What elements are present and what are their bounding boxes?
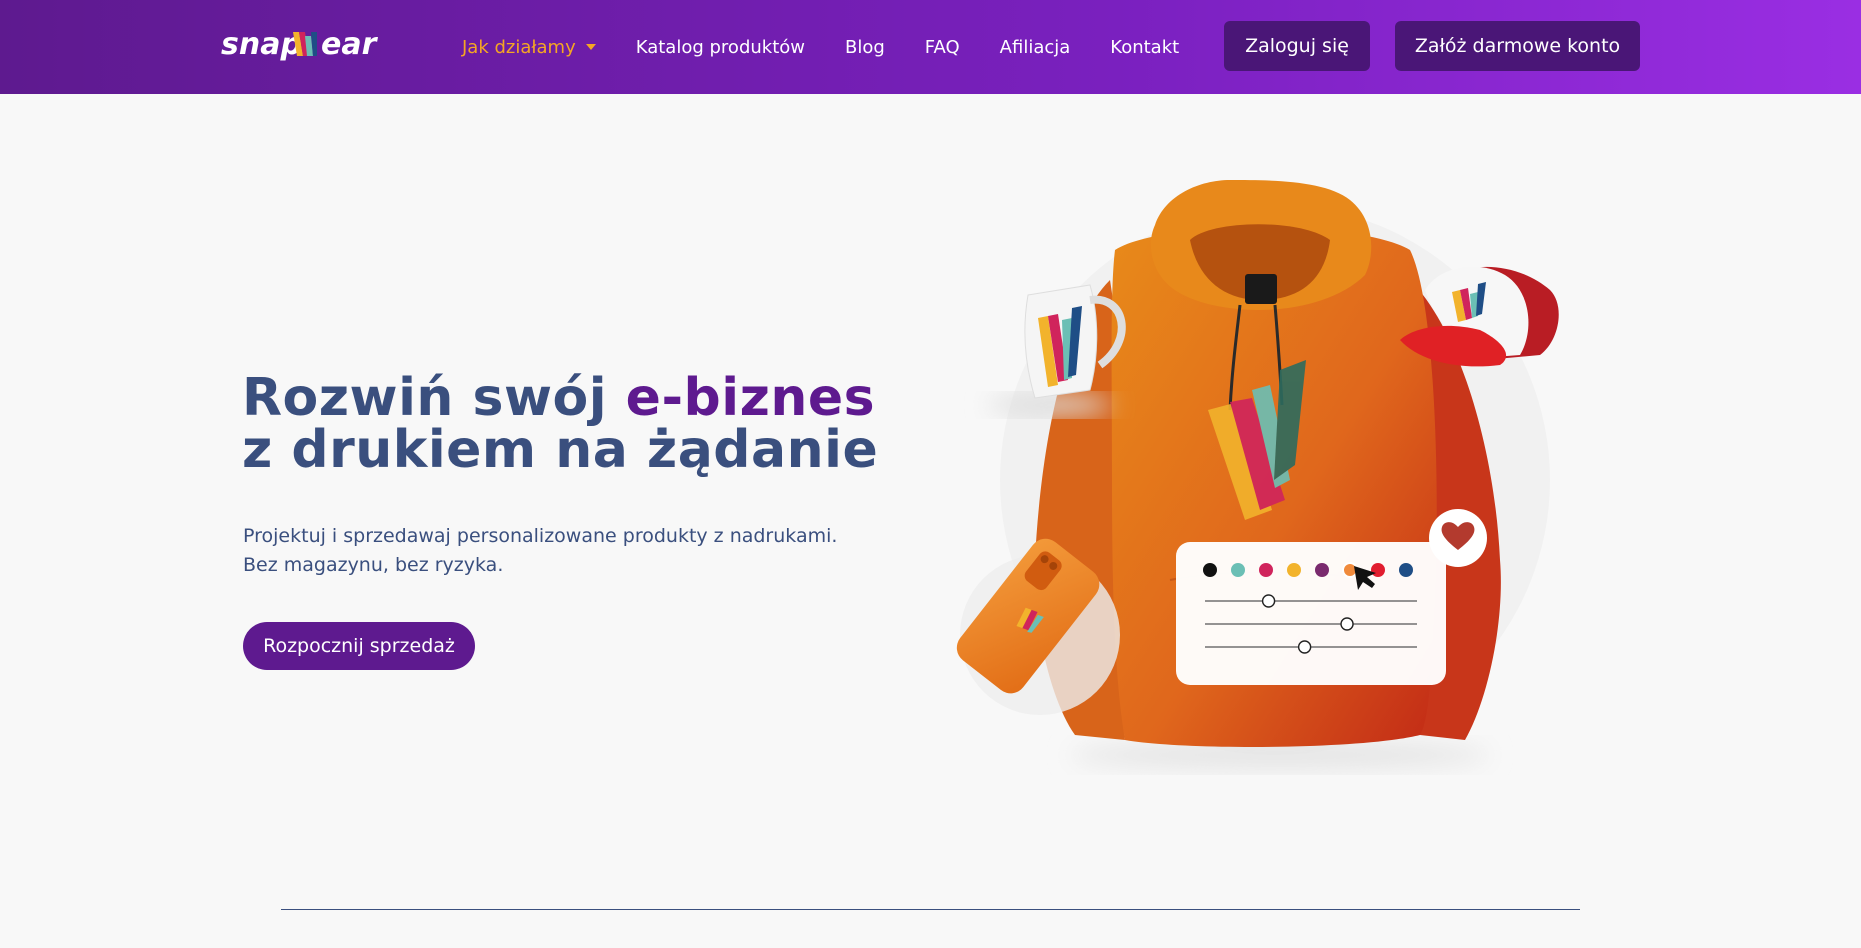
color-swatch[interactable]	[1203, 563, 1217, 577]
login-button[interactable]: Zaloguj się	[1224, 21, 1370, 71]
slider-handle[interactable]	[1261, 594, 1276, 608]
nav-item-blog[interactable]: Blog	[845, 37, 885, 58]
color-swatch[interactable]	[1315, 563, 1329, 577]
nav-item-product-catalog[interactable]: Katalog produktów	[636, 37, 805, 58]
login-button-label: Zaloguj się	[1245, 35, 1349, 57]
product-customizer-card	[1176, 542, 1446, 685]
slider-handle[interactable]	[1340, 617, 1354, 631]
color-swatch[interactable]	[1259, 563, 1273, 577]
signup-button-label: Załóż darmowe konto	[1414, 35, 1621, 57]
color-swatch[interactable]	[1399, 563, 1413, 577]
nav-item-faq[interactable]: FAQ	[925, 37, 960, 58]
start-selling-button[interactable]: Rozpocznij sprzedaż	[243, 622, 475, 670]
nav-item-how-we-work[interactable]: Jak działamy	[462, 37, 596, 58]
main-nav: Jak działamy Katalog produktów Blog FAQ …	[462, 0, 1219, 94]
hero-title-part1: Rozwiń swój	[242, 368, 626, 428]
top-navigation-bar: snap ear Jak działamy Katalog produktów …	[0, 0, 1861, 94]
nav-item-contact[interactable]: Kontakt	[1110, 37, 1179, 58]
logo-text-left: snap	[221, 27, 302, 62]
hero-subtitle: Projektuj i sprzedawaj personalizowane p…	[243, 522, 863, 580]
signup-button[interactable]: Załóż darmowe konto	[1395, 21, 1640, 71]
chevron-down-icon	[585, 44, 596, 50]
color-swatch[interactable]	[1231, 563, 1245, 577]
nav-label: Blog	[845, 36, 885, 58]
start-selling-label: Rozpocznij sprzedaż	[263, 635, 455, 657]
nav-label: Afiliacja	[999, 36, 1071, 58]
hero-subtitle-line1: Projektuj i sprzedawaj personalizowane p…	[243, 525, 838, 547]
snapwear-logo[interactable]: snap ear	[221, 22, 381, 66]
logo-w-mark	[293, 32, 317, 56]
slider-handle[interactable]	[1297, 640, 1312, 654]
hero-title-accent: e-biznes	[625, 368, 876, 428]
hero-title: Rozwiń swój e-biznes z drukiem na żądani…	[242, 372, 878, 476]
logo-text-right: ear	[321, 27, 379, 62]
hero-subtitle-line2: Bez magazynu, bez ryzyka.	[243, 554, 504, 576]
hero-product-illustration	[956, 180, 1559, 769]
nav-label: Katalog produktów	[635, 36, 805, 58]
nav-label: Kontakt	[1110, 36, 1180, 58]
nav-label: Jak działamy	[462, 36, 576, 58]
color-swatch[interactable]	[1287, 563, 1301, 577]
hero-title-line2: z drukiem na żądanie	[242, 420, 879, 480]
nav-item-affiliate[interactable]: Afiliacja	[1000, 37, 1071, 58]
section-divider	[281, 909, 1580, 910]
color-swatch[interactable]	[1371, 563, 1385, 577]
nav-label: FAQ	[924, 36, 960, 58]
